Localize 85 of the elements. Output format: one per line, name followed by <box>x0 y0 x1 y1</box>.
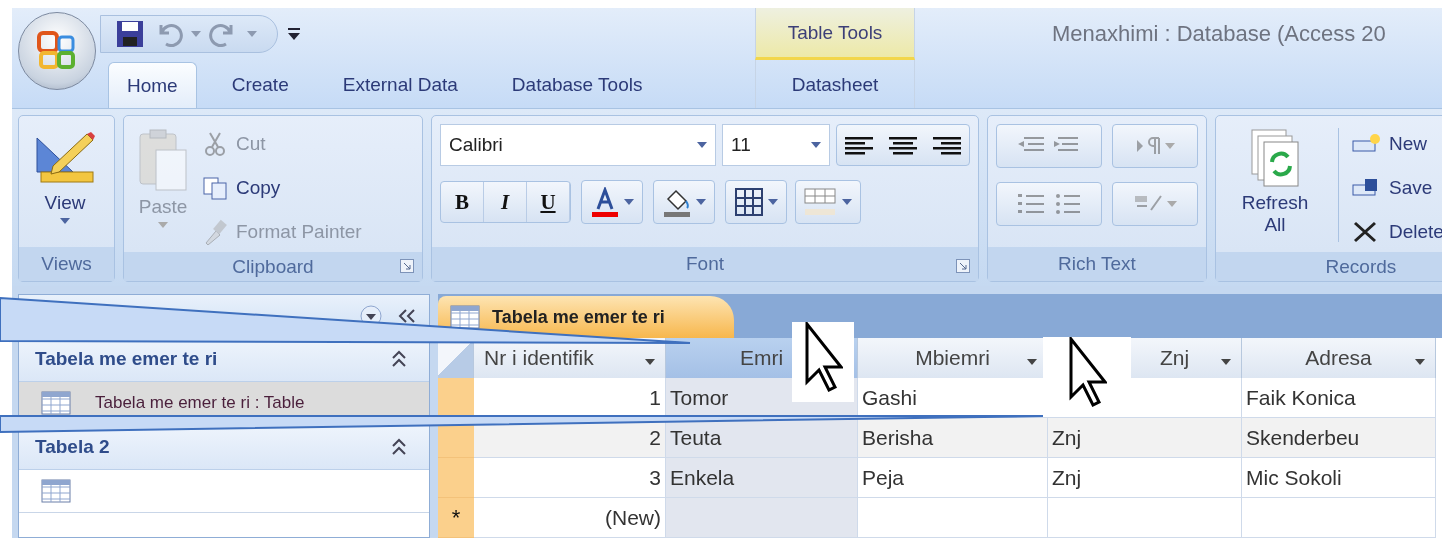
caret-icon <box>624 199 634 205</box>
row-fill-icon <box>804 187 838 217</box>
row-selector[interactable] <box>438 378 474 418</box>
table-cell: Teuta <box>666 418 858 458</box>
contextual-tab-label: Table Tools <box>787 21 883 44</box>
refresh-document-icon <box>1250 128 1300 188</box>
table-cell: Peja <box>858 458 1048 498</box>
grid-icon <box>734 187 764 217</box>
copy-button[interactable]: Copy <box>202 168 362 208</box>
table-cell: Mic Sokoli <box>1242 458 1436 498</box>
ribbon-tab[interactable]: Database Tools <box>492 62 662 108</box>
table-icon <box>450 305 480 329</box>
indent-buttons[interactable] <box>996 124 1102 168</box>
new-record-cell: (New) <box>474 498 666 538</box>
table-cell: Faik Konica <box>1242 378 1436 418</box>
group-label: Records <box>1325 255 1397 278</box>
customize-toolbar-icon[interactable] <box>288 26 300 42</box>
table-cell: Enkela <box>666 458 858 498</box>
font-name-dropdown[interactable]: Calibri <box>440 124 716 166</box>
ribbon-tab[interactable]: Create <box>212 62 308 108</box>
bold-button[interactable]: B <box>441 182 484 222</box>
caret-icon <box>1027 359 1037 365</box>
font-color-icon <box>590 187 620 217</box>
table-cell: 3 <box>474 458 666 498</box>
align-center-icon <box>889 135 917 157</box>
table-cell: Berisha <box>858 418 1048 458</box>
document-tab[interactable]: Tabela me emer te ri <box>438 296 734 338</box>
italic-button[interactable]: I <box>484 182 527 222</box>
caret-icon <box>811 142 821 148</box>
fill-color-button[interactable] <box>653 180 715 224</box>
scissors-icon <box>202 131 228 157</box>
cursor-icon <box>792 322 854 402</box>
new-record-button[interactable]: New <box>1351 124 1442 164</box>
caret-icon <box>768 199 778 205</box>
caret-icon <box>1221 359 1231 365</box>
caret-icon <box>247 31 257 37</box>
ribbon-tab[interactable]: Home <box>108 62 197 108</box>
table-icon <box>41 479 71 503</box>
caret-icon <box>696 199 706 205</box>
ribbon-tab[interactable]: Datasheet <box>772 62 898 108</box>
ribbon-tab[interactable]: External Data <box>323 62 477 108</box>
clipboard-icon <box>138 128 188 192</box>
caret-icon <box>1167 201 1177 207</box>
caret-icon <box>645 359 655 365</box>
group-label: Views <box>41 253 92 275</box>
table-icon <box>41 391 71 415</box>
caret-icon <box>842 199 852 205</box>
dialog-launcher-icon[interactable] <box>400 259 414 273</box>
align-left-icon <box>845 135 873 157</box>
font-size-dropdown[interactable]: 11 <box>722 124 830 166</box>
navigation-group-title: Tabela 2 <box>35 436 110 458</box>
gridlines-button[interactable] <box>725 180 787 224</box>
caret-icon <box>60 218 70 224</box>
collapse-chevron-icon[interactable] <box>391 438 407 456</box>
cursor-icon <box>1043 337 1131 417</box>
new-record-marker: * <box>438 498 474 538</box>
column-header[interactable]: Adresa <box>1242 338 1436 378</box>
caret-icon <box>158 222 168 228</box>
group-label: Font <box>686 253 724 275</box>
caret-icon <box>1165 143 1175 149</box>
save-record-button[interactable]: Save <box>1351 168 1442 208</box>
group-label: Rich Text <box>1058 253 1136 275</box>
collapse-chevron-icon[interactable] <box>391 350 407 368</box>
view-button[interactable]: View <box>27 124 103 228</box>
table-cell: Znj <box>1048 418 1242 458</box>
list-buttons[interactable] <box>996 182 1102 226</box>
collapse-pane-icon[interactable] <box>397 307 417 324</box>
caret-icon <box>1415 359 1425 365</box>
group-label: Clipboard <box>232 255 314 278</box>
table-cell: Skenderbeu <box>1242 418 1436 458</box>
list-icon <box>1016 192 1082 216</box>
window-title: Menaxhimi : Database (Access 20 <box>1051 21 1387 47</box>
table-cell: Znj <box>1048 458 1242 498</box>
save-icon[interactable] <box>115 19 145 49</box>
dialog-launcher-icon[interactable] <box>956 259 970 273</box>
refresh-all-button[interactable]: Refresh All <box>1224 124 1326 240</box>
copy-icon <box>202 175 228 201</box>
navigation-group-title: Tabela me emer te ri <box>35 348 218 370</box>
font-color-button[interactable] <box>581 180 643 224</box>
align-right-icon <box>933 135 961 157</box>
underline-button[interactable]: U <box>527 182 570 222</box>
caret-icon <box>697 142 707 148</box>
caret-icon <box>191 31 201 37</box>
paint-bucket-icon <box>662 187 692 217</box>
pilcrow-icon <box>1135 136 1161 156</box>
